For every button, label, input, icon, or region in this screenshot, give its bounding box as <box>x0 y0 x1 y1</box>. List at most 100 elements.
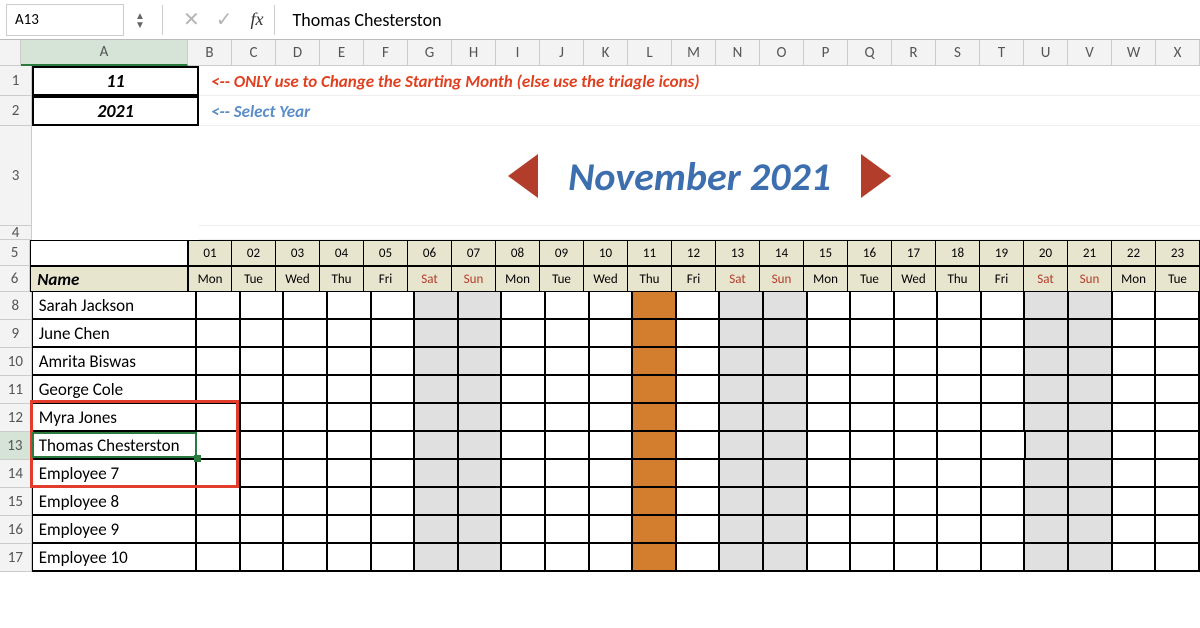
day-cell[interactable] <box>197 432 241 460</box>
day-cell[interactable] <box>633 376 677 404</box>
day-cell[interactable] <box>590 544 634 572</box>
day-cell[interactable] <box>633 348 677 376</box>
day-cell[interactable] <box>284 404 328 432</box>
day-number-header[interactable]: 03 <box>276 240 320 266</box>
day-of-week-header[interactable]: Sun <box>452 266 496 292</box>
stepper-down-icon[interactable]: ▼ <box>130 20 150 29</box>
day-cell[interactable] <box>1156 460 1200 488</box>
employee-name-cell[interactable]: George Cole <box>32 376 198 404</box>
day-cell[interactable] <box>677 376 721 404</box>
day-cell[interactable] <box>1156 544 1200 572</box>
cell-year-number[interactable]: 2021 <box>32 96 199 126</box>
day-number-header[interactable]: 11 <box>628 240 672 266</box>
day-cell[interactable] <box>895 544 939 572</box>
day-cell[interactable] <box>502 432 546 460</box>
day-of-week-header[interactable]: Wed <box>276 266 320 292</box>
day-of-week-header[interactable]: Thu <box>936 266 980 292</box>
day-cell[interactable] <box>284 544 328 572</box>
confirm-icon[interactable]: ✓ <box>208 7 241 32</box>
day-of-week-header[interactable]: Mon <box>188 266 232 292</box>
day-cell[interactable] <box>241 516 285 544</box>
day-cell[interactable] <box>415 320 459 348</box>
row-header[interactable]: 11 <box>0 376 32 404</box>
day-cell[interactable] <box>764 516 808 544</box>
day-cell[interactable] <box>808 348 852 376</box>
day-number-header[interactable]: 17 <box>892 240 936 266</box>
day-number-header[interactable]: 06 <box>408 240 452 266</box>
day-cell[interactable] <box>808 292 852 320</box>
day-cell[interactable] <box>895 516 939 544</box>
day-of-week-header[interactable]: Sun <box>760 266 804 292</box>
day-cell[interactable] <box>938 348 982 376</box>
day-cell[interactable] <box>415 488 459 516</box>
day-cell[interactable] <box>633 432 677 460</box>
day-cell[interactable] <box>633 488 677 516</box>
day-cell[interactable] <box>459 376 503 404</box>
column-header[interactable]: F <box>364 40 408 66</box>
column-header[interactable]: N <box>716 40 760 66</box>
day-cell[interactable] <box>808 432 852 460</box>
row-header[interactable]: 1 <box>0 66 32 96</box>
row-header[interactable]: 10 <box>0 348 32 376</box>
row-header[interactable]: 6 <box>0 266 30 292</box>
day-cell[interactable] <box>590 292 634 320</box>
day-cell[interactable] <box>633 292 677 320</box>
day-cell[interactable] <box>546 432 590 460</box>
day-cell[interactable] <box>502 404 546 432</box>
day-cell[interactable] <box>1156 516 1200 544</box>
cell-blank[interactable] <box>32 126 199 226</box>
day-cell[interactable] <box>284 320 328 348</box>
day-cell[interactable] <box>938 292 982 320</box>
day-cell[interactable] <box>284 516 328 544</box>
day-cell[interactable] <box>1113 404 1157 432</box>
day-cell[interactable] <box>372 460 416 488</box>
day-cell[interactable] <box>284 460 328 488</box>
day-cell[interactable] <box>677 348 721 376</box>
day-cell[interactable] <box>1156 432 1200 460</box>
day-number-header[interactable]: 04 <box>320 240 364 266</box>
day-cell[interactable] <box>720 404 764 432</box>
column-header[interactable]: T <box>980 40 1024 66</box>
day-cell[interactable] <box>372 376 416 404</box>
day-cell[interactable] <box>851 292 895 320</box>
column-header[interactable]: V <box>1068 40 1112 66</box>
column-header[interactable]: G <box>408 40 452 66</box>
day-cell[interactable] <box>764 404 808 432</box>
day-cell[interactable] <box>241 292 285 320</box>
day-cell[interactable] <box>633 544 677 572</box>
day-cell[interactable] <box>982 292 1026 320</box>
day-cell[interactable] <box>372 320 416 348</box>
day-cell[interactable] <box>938 460 982 488</box>
day-number-header[interactable]: 16 <box>848 240 892 266</box>
day-cell[interactable] <box>938 404 982 432</box>
day-cell[interactable] <box>851 544 895 572</box>
day-of-week-header[interactable]: Sat <box>408 266 452 292</box>
day-cell[interactable] <box>372 348 416 376</box>
day-cell[interactable] <box>895 432 939 460</box>
day-cell[interactable] <box>895 376 939 404</box>
day-cell[interactable] <box>982 348 1026 376</box>
day-cell[interactable] <box>459 460 503 488</box>
day-cell[interactable] <box>1069 292 1113 320</box>
employee-name-cell[interactable]: Myra Jones <box>32 404 198 432</box>
day-cell[interactable] <box>808 404 852 432</box>
day-cell[interactable] <box>590 488 634 516</box>
day-cell[interactable] <box>546 516 590 544</box>
day-number-header[interactable]: 23 <box>1156 240 1200 266</box>
day-cell[interactable] <box>502 516 546 544</box>
day-cell[interactable] <box>895 348 939 376</box>
day-cell[interactable] <box>895 404 939 432</box>
column-header[interactable]: H <box>452 40 496 66</box>
day-cell[interactable] <box>241 320 285 348</box>
day-cell[interactable] <box>546 488 590 516</box>
row-header[interactable]: 3 <box>0 126 32 226</box>
cell-blank[interactable] <box>32 226 199 240</box>
day-cell[interactable] <box>372 292 416 320</box>
row-header[interactable]: 5 <box>0 240 30 266</box>
day-cell[interactable] <box>1069 460 1113 488</box>
day-cell[interactable] <box>502 376 546 404</box>
next-month-icon[interactable] <box>861 154 891 198</box>
column-header[interactable]: W <box>1112 40 1156 66</box>
day-cell[interactable] <box>1113 432 1157 460</box>
day-cell[interactable] <box>1025 376 1069 404</box>
